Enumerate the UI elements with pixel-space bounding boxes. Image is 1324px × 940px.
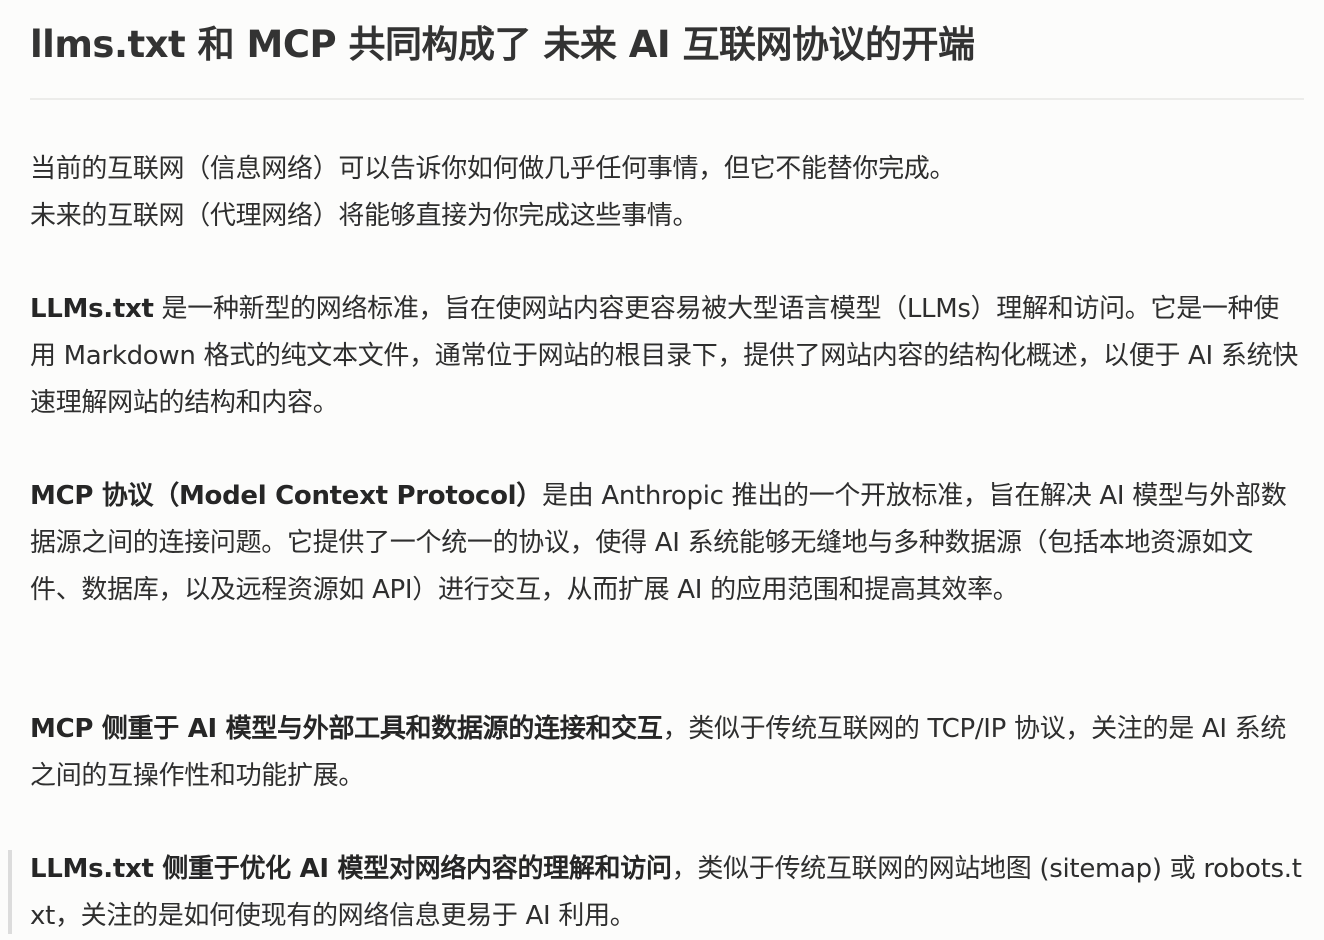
llms-description: 是一种新型的网络标准，旨在使网站内容更容易被大型语言模型（LLMs）理解和访问。… bbox=[30, 294, 1298, 418]
mcp-focus-paragraph: MCP 侧重于 AI 模型与外部工具和数据源的连接和交互，类似于传统互联网的 T… bbox=[30, 706, 1302, 800]
intro-line-2: 未来的互联网（代理网络）将能够直接为你完成这些事情。 bbox=[30, 201, 699, 231]
mcp-term: MCP 协议（Model Context Protocol） bbox=[30, 481, 542, 511]
llms-focus-emphasis: LLMs.txt 侧重于优化 AI 模型对网络内容的理解和访问 bbox=[30, 854, 672, 884]
document-page: llms.txt 和 MCP 共同构成了 未来 AI 互联网协议的开端 当前的互… bbox=[0, 0, 1324, 934]
intro-line-1: 当前的互联网（信息网络）可以告诉你如何做几乎任何事情，但它不能替你完成。 bbox=[30, 154, 956, 184]
intro-paragraph: 当前的互联网（信息网络）可以告诉你如何做几乎任何事情，但它不能替你完成。 未来的… bbox=[30, 146, 1302, 240]
page-title: llms.txt 和 MCP 共同构成了 未来 AI 互联网协议的开端 bbox=[30, 23, 975, 66]
llms-term: LLMs.txt bbox=[30, 294, 154, 324]
llms-paragraph: LLMs.txt 是一种新型的网络标准，旨在使网站内容更容易被大型语言模型（LL… bbox=[30, 286, 1302, 427]
llms-focus-paragraph: LLMs.txt 侧重于优化 AI 模型对网络内容的理解和访问，类似于传统互联网… bbox=[30, 846, 1302, 940]
mcp-focus-emphasis: MCP 侧重于 AI 模型与外部工具和数据源的连接和交互 bbox=[30, 714, 663, 744]
title-divider bbox=[30, 98, 1304, 100]
blockquote-bar bbox=[8, 850, 12, 934]
mcp-paragraph: MCP 协议（Model Context Protocol）是由 Anthrop… bbox=[30, 473, 1302, 614]
